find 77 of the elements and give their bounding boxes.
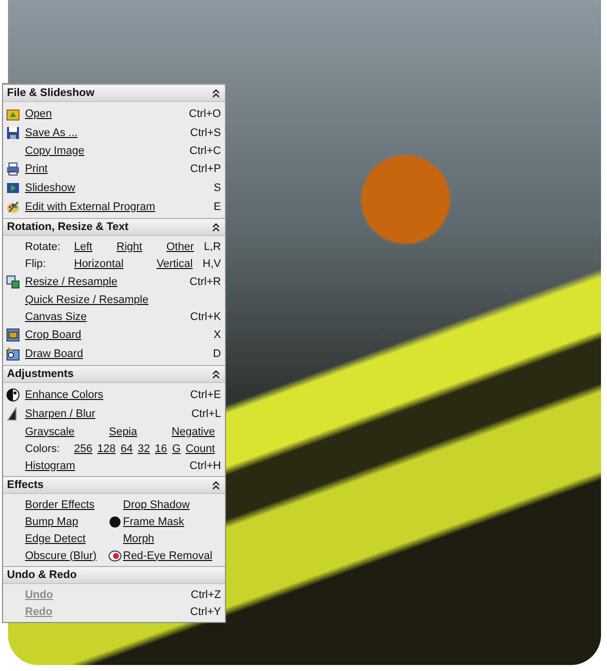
resize-icon: [6, 274, 20, 288]
shortcut-text: Ctrl+Y: [189, 606, 221, 618]
menu-link[interactable]: Open: [25, 108, 52, 120]
menu-link[interactable]: Bump Map: [25, 516, 78, 528]
row-label: Rotate:: [25, 240, 62, 252]
menu-link[interactable]: G: [172, 442, 181, 454]
menu-link[interactable]: Other: [166, 240, 194, 252]
menu-link[interactable]: Left: [74, 240, 92, 252]
menu-link[interactable]: Slideshow: [25, 182, 76, 194]
menu-link[interactable]: Histogram: [25, 460, 76, 472]
shortcut-text: Ctrl+R: [188, 276, 221, 288]
section-title: Adjustments: [7, 368, 74, 380]
draw-icon: [6, 346, 20, 360]
shortcut-text: Ctrl+K: [189, 310, 221, 322]
shortcut-text: Ctrl+Z: [190, 588, 221, 600]
shortcut-text: X: [212, 328, 221, 340]
menu-link[interactable]: Frame Mask: [123, 516, 184, 528]
save-icon: [6, 126, 20, 140]
menu-link[interactable]: Sepia: [108, 426, 138, 438]
section-title: Undo & Redo: [7, 569, 77, 581]
menu-link[interactable]: 256: [74, 442, 92, 454]
shortcut-text: L,R: [202, 240, 221, 252]
printer-icon: [6, 162, 20, 176]
menu-link[interactable]: Right: [116, 240, 142, 252]
menu-link[interactable]: Edit with External Program: [25, 200, 156, 212]
shortcut-text: Ctrl+E: [189, 388, 221, 400]
menu-link[interactable]: Morph: [123, 532, 154, 544]
menu-link[interactable]: 64: [120, 442, 133, 454]
menu-link[interactable]: Edge Detect: [25, 532, 86, 544]
menu-link[interactable]: Obscure (Blur): [25, 550, 97, 562]
section-title: Effects: [7, 479, 44, 491]
shortcut-text: Ctrl+C: [188, 144, 221, 156]
shortcut-text: D: [212, 348, 221, 360]
collapse-icon[interactable]: [212, 370, 220, 378]
row-label: Flip:: [25, 258, 47, 270]
contrast-icon: [6, 388, 20, 402]
menu-link[interactable]: Horizontal: [74, 258, 124, 270]
menu-link[interactable]: Count: [186, 442, 215, 454]
shortcut-text: Ctrl+P: [189, 162, 221, 174]
collapse-icon[interactable]: [212, 480, 220, 490]
menu-link[interactable]: Drop Shadow: [123, 498, 190, 510]
menu-link[interactable]: 128: [97, 442, 116, 454]
section-title: Rotation, Resize & Text: [7, 221, 128, 233]
shortcut-text: Ctrl+L: [190, 408, 221, 420]
menu-link[interactable]: Canvas Size: [25, 310, 87, 322]
menu-link[interactable]: Resize / Resample: [25, 276, 118, 288]
menu-link[interactable]: Sharpen / Blur: [25, 408, 96, 420]
eye-icon: [108, 548, 122, 562]
menu-link[interactable]: 32: [138, 442, 150, 454]
menu-link[interactable]: Print: [25, 162, 48, 174]
menu-link[interactable]: 16: [154, 442, 168, 454]
film-icon: [6, 180, 20, 194]
menu-link[interactable]: Copy Image: [25, 144, 84, 156]
menu-link[interactable]: Vertical: [156, 258, 193, 270]
menu-link[interactable]: Negative: [172, 426, 215, 438]
collapse-icon[interactable]: [212, 88, 220, 98]
menu-link[interactable]: Save As ...: [25, 126, 78, 138]
shortcut-text: E: [212, 200, 221, 212]
shortcut-text: Ctrl+S: [189, 126, 221, 138]
row-label: Colors:: [25, 442, 61, 454]
shortcut-text: S: [212, 182, 221, 194]
crop-icon: [6, 328, 20, 342]
menu-link[interactable]: Border Effects: [25, 498, 94, 510]
section-title: File & Slideshow: [7, 87, 94, 99]
palette-icon: [6, 200, 20, 214]
folder-icon: [6, 106, 20, 120]
shortcut-text: H,V: [202, 258, 221, 270]
menu-link[interactable]: Red-Eye Removal: [123, 550, 212, 562]
dot-icon: [108, 514, 122, 528]
menu-link[interactable]: Draw Board: [25, 348, 84, 360]
shortcut-text: Ctrl+H: [188, 460, 221, 472]
menu-link[interactable]: Crop Board: [25, 328, 82, 340]
shortcut-text: Ctrl+O: [188, 108, 221, 120]
menu-link[interactable]: Quick Resize / Resample: [25, 294, 148, 306]
menu-link[interactable]: Grayscale: [25, 426, 75, 438]
menu-link[interactable]: Enhance Colors: [25, 388, 104, 400]
collapse-icon[interactable]: [212, 222, 220, 232]
